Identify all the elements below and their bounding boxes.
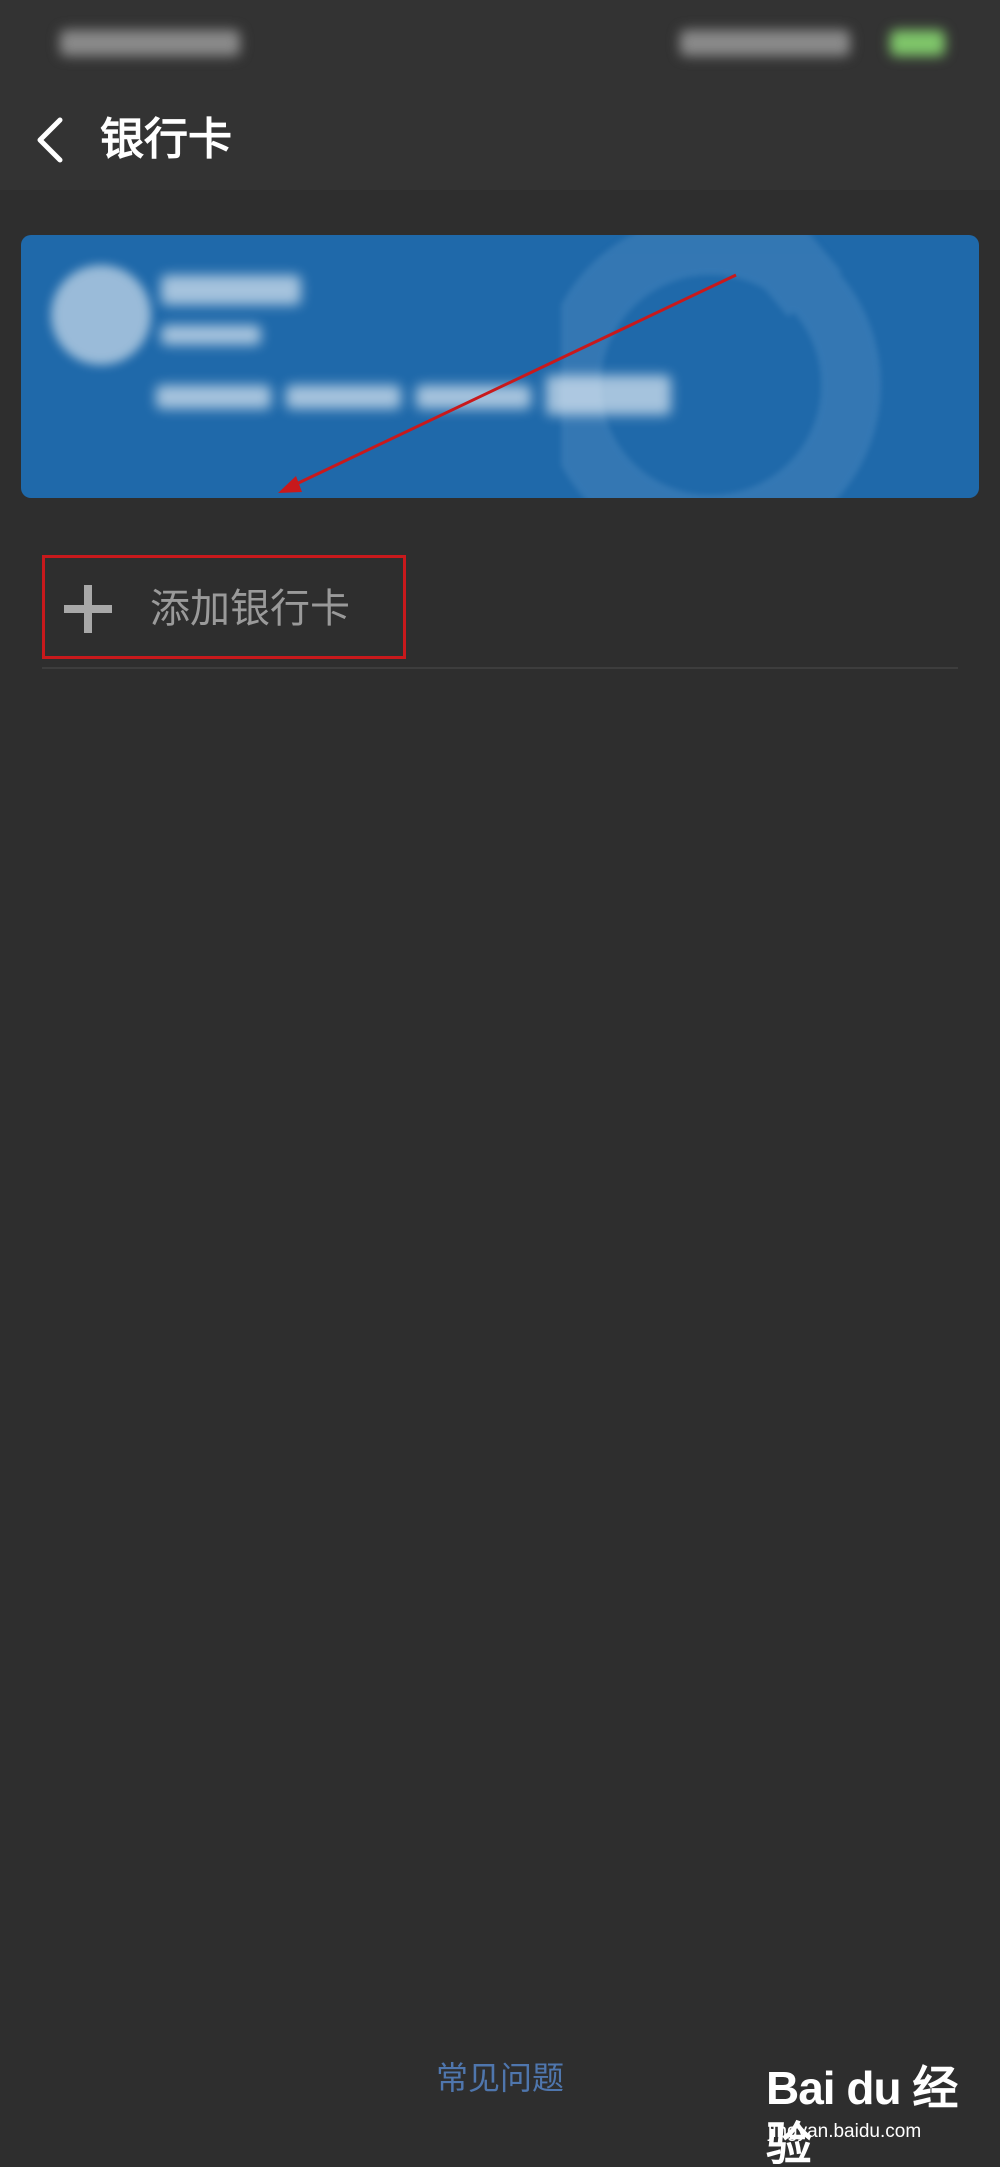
- divider: [42, 667, 958, 669]
- add-bank-card-button[interactable]: 添加银行卡: [42, 555, 962, 667]
- add-bank-card-label: 添加银行卡: [150, 586, 350, 632]
- page-title: 银行卡: [100, 114, 232, 165]
- card-number-segment-1: [156, 385, 271, 409]
- status-bar: [0, 0, 1000, 90]
- card-type-blurred: [161, 325, 261, 345]
- battery-icon: [890, 30, 945, 56]
- baidu-logo-text: Bai du 经验: [766, 2062, 958, 2167]
- bank-card[interactable]: [21, 235, 979, 498]
- plus-icon: [64, 585, 112, 633]
- bank-logo-icon: [51, 265, 151, 365]
- baidu-url-text: jingyan.baidu.com: [768, 2121, 922, 2142]
- bank-cards-screen: 银行卡 添加银行卡 常见问题 Bai du 经验 jingyan.baidu.c…: [0, 0, 1000, 2167]
- status-signal-blurred: [680, 30, 850, 56]
- baidu-jingyan-watermark: Bai du 经验 jingyan.baidu.com: [766, 2052, 996, 2167]
- card-number-segment-4: [546, 375, 671, 415]
- bank-logo-watermark-icon: [561, 235, 881, 498]
- chevron-left-icon: [37, 117, 63, 163]
- back-button[interactable]: [30, 108, 74, 172]
- card-bank-name-blurred: [161, 275, 301, 305]
- card-number-segment-3: [416, 385, 531, 409]
- header-bar: 银行卡: [0, 90, 1000, 190]
- status-time-blurred: [60, 30, 240, 56]
- card-number-segment-2: [286, 385, 401, 409]
